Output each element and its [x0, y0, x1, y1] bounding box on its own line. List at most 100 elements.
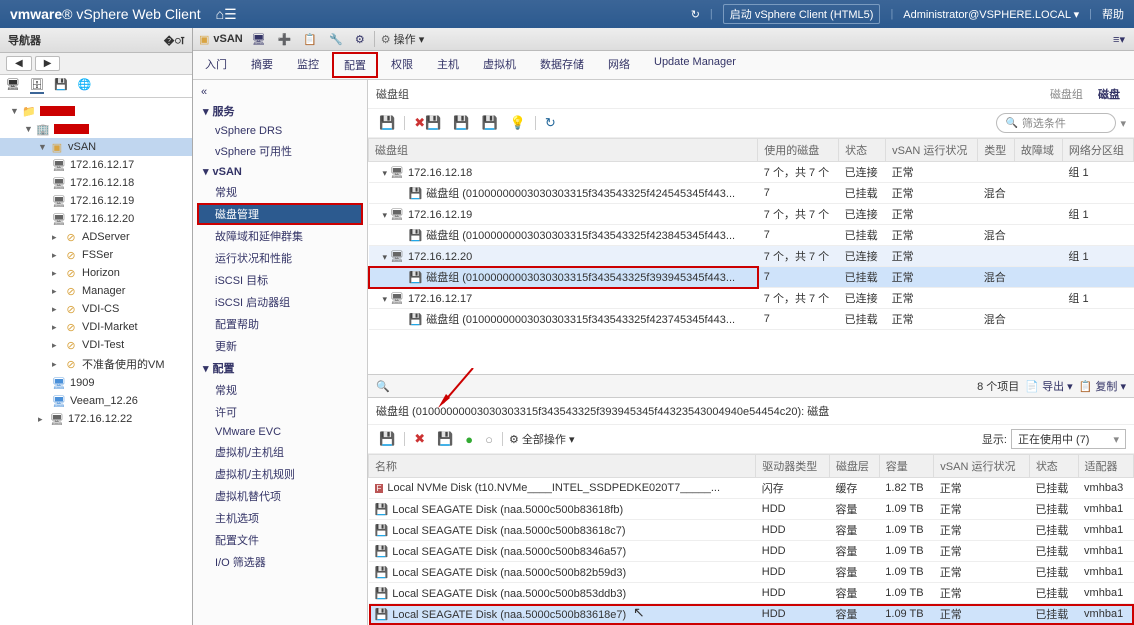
tree-folder-fsser[interactable]: ▸⊘FSSer	[0, 246, 192, 264]
tree-standalone-host[interactable]: ▸🖥172.16.12.22	[0, 410, 192, 428]
tree-vcenter[interactable]: ▼📁	[0, 102, 192, 120]
table-row[interactable]: 💾Local SEAGATE Disk (naa.5000c500b853ddb…	[369, 583, 1134, 604]
tab-网络[interactable]: 网络	[596, 51, 642, 79]
tab-配置[interactable]: 配置	[332, 52, 378, 78]
subnav-item[interactable]: 常规	[193, 379, 367, 401]
table-row[interactable]: 💾磁盘组 (01000000003030303315f343543325f423…	[369, 225, 1134, 246]
subnav-item-disk-mgmt[interactable]: 磁盘管理	[197, 203, 363, 225]
tab-入门[interactable]: 入门	[193, 51, 239, 79]
tree-folder-manager[interactable]: ▸⊘Manager	[0, 282, 192, 300]
led-off-icon[interactable]: ○	[482, 432, 496, 447]
refresh-icon[interactable]: ↻	[691, 8, 700, 21]
subnav-item[interactable]: iSCSI 启动器组	[193, 291, 367, 313]
table-row[interactable]: ▾🖥172.16.12.187 个，共 7 个已连接正常组 1	[369, 162, 1134, 183]
view-tab-disk[interactable]: 磁盘	[1092, 89, 1126, 101]
export-button[interactable]: 📄 导出 ▾	[1025, 378, 1072, 394]
tab-虚拟机[interactable]: 虚拟机	[471, 51, 528, 79]
table-row[interactable]: 💾Local SEAGATE Disk (naa.5000c500b82b59d…	[369, 562, 1134, 583]
toolbar-icon[interactable]: 📋	[300, 33, 320, 46]
subnav-item[interactable]: 虚拟机/主机规则	[193, 463, 367, 485]
tab-Update Manager[interactable]: Update Manager	[642, 51, 748, 79]
subnav-group-vsan[interactable]: ▾vSAN	[193, 162, 367, 181]
tree-folder-vdimarket[interactable]: ▸⊘VDI-Market	[0, 318, 192, 336]
tree-host[interactable]: 🖥172.16.12.20	[0, 210, 192, 228]
all-actions-menu[interactable]: ⚙ 全部操作 ▾	[509, 431, 575, 447]
toolbar-icon[interactable]: ➕	[275, 33, 295, 46]
tree-folder-vdics[interactable]: ▸⊘VDI-CS	[0, 300, 192, 318]
launch-html5-button[interactable]: 启动 vSphere Client (HTML5)	[723, 4, 881, 24]
subnav-item[interactable]: vSphere 可用性	[193, 140, 367, 162]
tab-摘要[interactable]: 摘要	[239, 51, 285, 79]
actions-menu[interactable]: 操作 ▾	[394, 34, 425, 46]
subnav-item[interactable]: 运行状况和性能	[193, 247, 367, 269]
tree-folder-vditest[interactable]: ▸⊘VDI-Test	[0, 336, 192, 354]
subnav-item[interactable]: 配置文件	[193, 529, 367, 551]
subnav-item[interactable]: 许可	[193, 401, 367, 423]
tree-folder-adserver[interactable]: ▸⊘ADServer	[0, 228, 192, 246]
table-row[interactable]: ▾🖥172.16.12.177 个，共 7 个已连接正常组 1	[369, 288, 1134, 309]
table-row[interactable]: 💾磁盘组 (01000000003030303315f343543325f424…	[369, 183, 1134, 204]
show-filter-select[interactable]: 正在使用中 (7)▾	[1011, 429, 1126, 449]
subnav-item[interactable]: I/O 筛选器	[193, 551, 367, 573]
nav-tab-storage-icon[interactable]: 💾	[54, 78, 68, 94]
menu-icon[interactable]: ≡▾	[1110, 33, 1128, 46]
table-row[interactable]: 💾磁盘组 (01000000003030303315f343543325f393…	[369, 267, 1134, 288]
pin-icon[interactable]: �ा	[164, 33, 184, 48]
subnav-item[interactable]: 虚拟机替代项	[193, 485, 367, 507]
tree-vm-veeam[interactable]: 🖥Veeam_12.26	[0, 392, 192, 410]
nav-tab-network-icon[interactable]: 🌐	[78, 78, 92, 94]
home-icon[interactable]: ⌂☰	[216, 6, 237, 23]
subnav-item[interactable]: 故障域和延伸群集	[193, 225, 367, 247]
tab-权限[interactable]: 权限	[379, 51, 425, 79]
disk-icon[interactable]: 💾	[434, 431, 456, 447]
add-diskgroup-icon[interactable]: 💾	[376, 115, 398, 131]
toolbar-icon[interactable]: ⚙	[352, 33, 368, 46]
tree-host[interactable]: 🖥172.16.12.17	[0, 156, 192, 174]
subnav-item[interactable]: VMware EVC	[193, 423, 367, 441]
table-row[interactable]: FLocal NVMe Disk (t10.NVMe____INTEL_SSDP…	[369, 478, 1134, 499]
tree-host[interactable]: 🖥172.16.12.18	[0, 174, 192, 192]
tab-主机[interactable]: 主机	[425, 51, 471, 79]
subnav-item[interactable]: 虚拟机/主机组	[193, 441, 367, 463]
subnav-item[interactable]: vSphere DRS	[193, 122, 367, 140]
subnav-group-services[interactable]: ▾服务	[193, 100, 367, 122]
tab-监控[interactable]: 监控	[285, 51, 331, 79]
nav-fwd-button[interactable]: ▶	[35, 56, 61, 71]
refresh-icon[interactable]: ↻	[542, 115, 559, 131]
table-row[interactable]: 💾Local SEAGATE Disk (naa.5000c500b8346a5…	[369, 541, 1134, 562]
led-icon[interactable]: 💡	[507, 115, 529, 131]
subnav-item[interactable]: 更新	[193, 335, 367, 357]
tree-folder-unprepared[interactable]: ▸⊘不准备使用的VM	[0, 354, 192, 374]
tree-vm-1909[interactable]: 🖥1909	[0, 374, 192, 392]
subnav-item[interactable]: iSCSI 目标	[193, 269, 367, 291]
tree-datacenter[interactable]: ▼🏢	[0, 120, 192, 138]
view-tab-diskgroup[interactable]: 磁盘组	[1044, 89, 1089, 101]
add-disk-icon[interactable]: 💾	[478, 115, 500, 131]
subnav-item[interactable]: 配置帮助	[193, 313, 367, 335]
nav-tab-vms-icon[interactable]: 🗄	[30, 78, 44, 94]
filter-input[interactable]: 🔍筛选条件	[996, 113, 1116, 133]
table-row[interactable]: 💾磁盘组 (01000000003030303315f343543325f423…	[369, 309, 1134, 330]
find-icon[interactable]: 🔍	[376, 380, 390, 393]
table-row[interactable]: ▾🖥172.16.12.207 个，共 7 个已连接正常组 1	[369, 246, 1134, 267]
table-row[interactable]: 💾Local SEAGATE Disk (naa.5000c500b83618c…	[369, 520, 1134, 541]
tab-数据存储[interactable]: 数据存储	[528, 51, 596, 79]
nav-back-button[interactable]: ◀	[6, 56, 32, 71]
user-menu[interactable]: Administrator@VSPHERE.LOCAL ▾	[903, 8, 1079, 21]
add-disk-icon[interactable]: 💾	[376, 431, 398, 447]
toolbar-icon[interactable]: 🖥	[249, 33, 269, 46]
toolbar-icon[interactable]: 🔧	[326, 33, 346, 46]
table-row[interactable]: 💾Local SEAGATE Disk (naa.5000c500b83618f…	[369, 499, 1134, 520]
remove-icon[interactable]: ✖💾	[411, 115, 444, 131]
collapse-subnav-button[interactable]: «	[193, 84, 367, 100]
copy-button[interactable]: 📋 复制 ▾	[1079, 378, 1126, 394]
subnav-item[interactable]: 主机选项	[193, 507, 367, 529]
tree-host[interactable]: 🖥172.16.12.19	[0, 192, 192, 210]
nav-tab-hosts-icon[interactable]: 🖥	[6, 78, 20, 94]
remove-disk-icon[interactable]: ✖	[411, 431, 428, 447]
subnav-group-config[interactable]: ▾配置	[193, 357, 367, 379]
tree-folder-horizon[interactable]: ▸⊘Horizon	[0, 264, 192, 282]
table-row[interactable]: ▾🖥172.16.12.197 个，共 7 个已连接正常组 1	[369, 204, 1134, 225]
claim-icon[interactable]: 💾	[450, 115, 472, 131]
subnav-item[interactable]: 常规	[193, 181, 367, 203]
